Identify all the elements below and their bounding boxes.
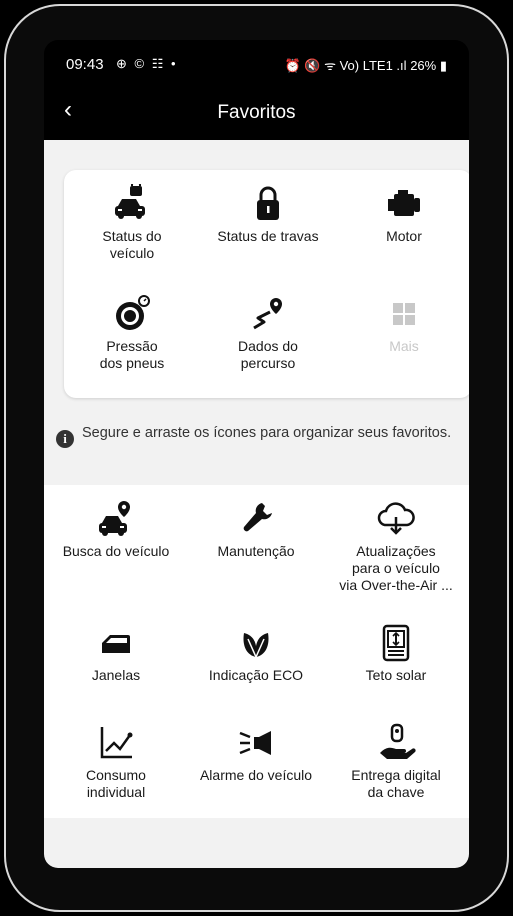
phone-frame: 09:43 ⊕ © ☷ • ⏰ 🔇 ᯤ Vo) LTE1 .ıl 26% ▮ ‹… (4, 4, 509, 912)
favorite-mais[interactable]: Mais (336, 294, 469, 355)
lock-icon (200, 184, 336, 228)
screen: 09:43 ⊕ © ☷ • ⏰ 🔇 ᯤ Vo) LTE1 .ıl 26% ▮ ‹… (44, 40, 469, 868)
sunroof-icon (328, 623, 464, 667)
favorite-motor[interactable]: Motor (336, 184, 469, 245)
battery-level: 26% (410, 58, 437, 73)
feature-label: Atualizações para o veículo via Over-the… (339, 543, 453, 593)
favorite-label: Status de travas (217, 228, 319, 244)
wrench-icon (188, 499, 324, 543)
grid-icon (336, 294, 469, 338)
car-window-icon (48, 623, 184, 667)
feature-entrega-digital-chave[interactable]: Entrega digital da chave (328, 723, 464, 801)
feature-janelas[interactable]: Janelas (48, 623, 184, 684)
favorite-label: Motor (386, 228, 422, 244)
feature-label: Alarme do veículo (199, 767, 313, 783)
car-lock-icon (64, 180, 200, 228)
tire-pressure-icon (64, 294, 200, 338)
battery-icon: ▮ (439, 58, 447, 73)
notification-icons: ⊕ © ☷ • (116, 56, 178, 71)
page-title: Favoritos (217, 102, 296, 123)
hint-text: Segure e arraste os ícones para organiza… (82, 425, 452, 441)
leaf-icon (188, 623, 324, 667)
feature-alarme-veiculo[interactable]: Alarme do veículo (188, 723, 324, 784)
favorite-label: Pressão dos pneus (99, 338, 165, 371)
favorite-label: Status do veículo (102, 228, 162, 261)
favorite-label: Dados do percurso (238, 338, 298, 371)
favorite-status-veiculo[interactable]: Status do veículo (64, 180, 200, 262)
feature-atualizacoes-ota[interactable]: Atualizações para o veículo via Over-the… (328, 499, 464, 594)
all-features-panel: Busca do veículo Manutenção Atualizações… (44, 485, 469, 818)
feature-label: Busca do veículo (62, 543, 170, 559)
horn-icon (188, 723, 324, 767)
chart-icon (48, 723, 184, 767)
feature-busca-veiculo[interactable]: Busca do veículo (48, 499, 184, 560)
status-bar: 09:43 ⊕ © ☷ • ⏰ 🔇 ᯤ Vo) LTE1 .ıl 26% ▮ (44, 40, 469, 90)
feature-indicacao-eco[interactable]: Indicação ECO (188, 623, 324, 684)
car-location-icon (48, 499, 184, 543)
cloud-download-icon (328, 499, 464, 543)
engine-icon (336, 184, 469, 228)
favorite-status-travas[interactable]: Status de travas (200, 184, 336, 245)
feature-label: Janelas (91, 667, 141, 683)
favorite-pressao-pneus[interactable]: Pressão dos pneus (64, 294, 200, 372)
favorite-label: Mais (389, 338, 419, 354)
feature-consumo-individual[interactable]: Consumo individual (48, 723, 184, 801)
feature-label: Entrega digital da chave (351, 767, 441, 800)
favorite-dados-percurso[interactable]: Dados do percurso (200, 294, 336, 372)
feature-label: Manutenção (217, 543, 295, 559)
feature-teto-solar[interactable]: Teto solar (328, 623, 464, 684)
system-icons: ⏰ 🔇 ᯤ Vo) LTE1 .ıl 26% ▮ (285, 56, 447, 74)
favorites-card: Status do veículo Status de travas Motor (64, 170, 469, 398)
feature-label: Indicação ECO (208, 667, 304, 683)
feature-label: Teto solar (365, 667, 427, 683)
feature-manutencao[interactable]: Manutenção (188, 499, 324, 560)
signal-icons: ⏰ 🔇 ᯤ Vo) LTE1 .ıl (284, 58, 407, 73)
hand-key-icon (328, 723, 464, 767)
route-icon (200, 294, 336, 338)
app-bar: ‹ Favoritos (44, 90, 469, 138)
content-area: Status do veículo Status de travas Motor (44, 140, 469, 868)
status-time: 09:43 (66, 56, 104, 73)
info-icon: i (56, 430, 74, 448)
feature-label: Consumo individual (86, 767, 146, 800)
